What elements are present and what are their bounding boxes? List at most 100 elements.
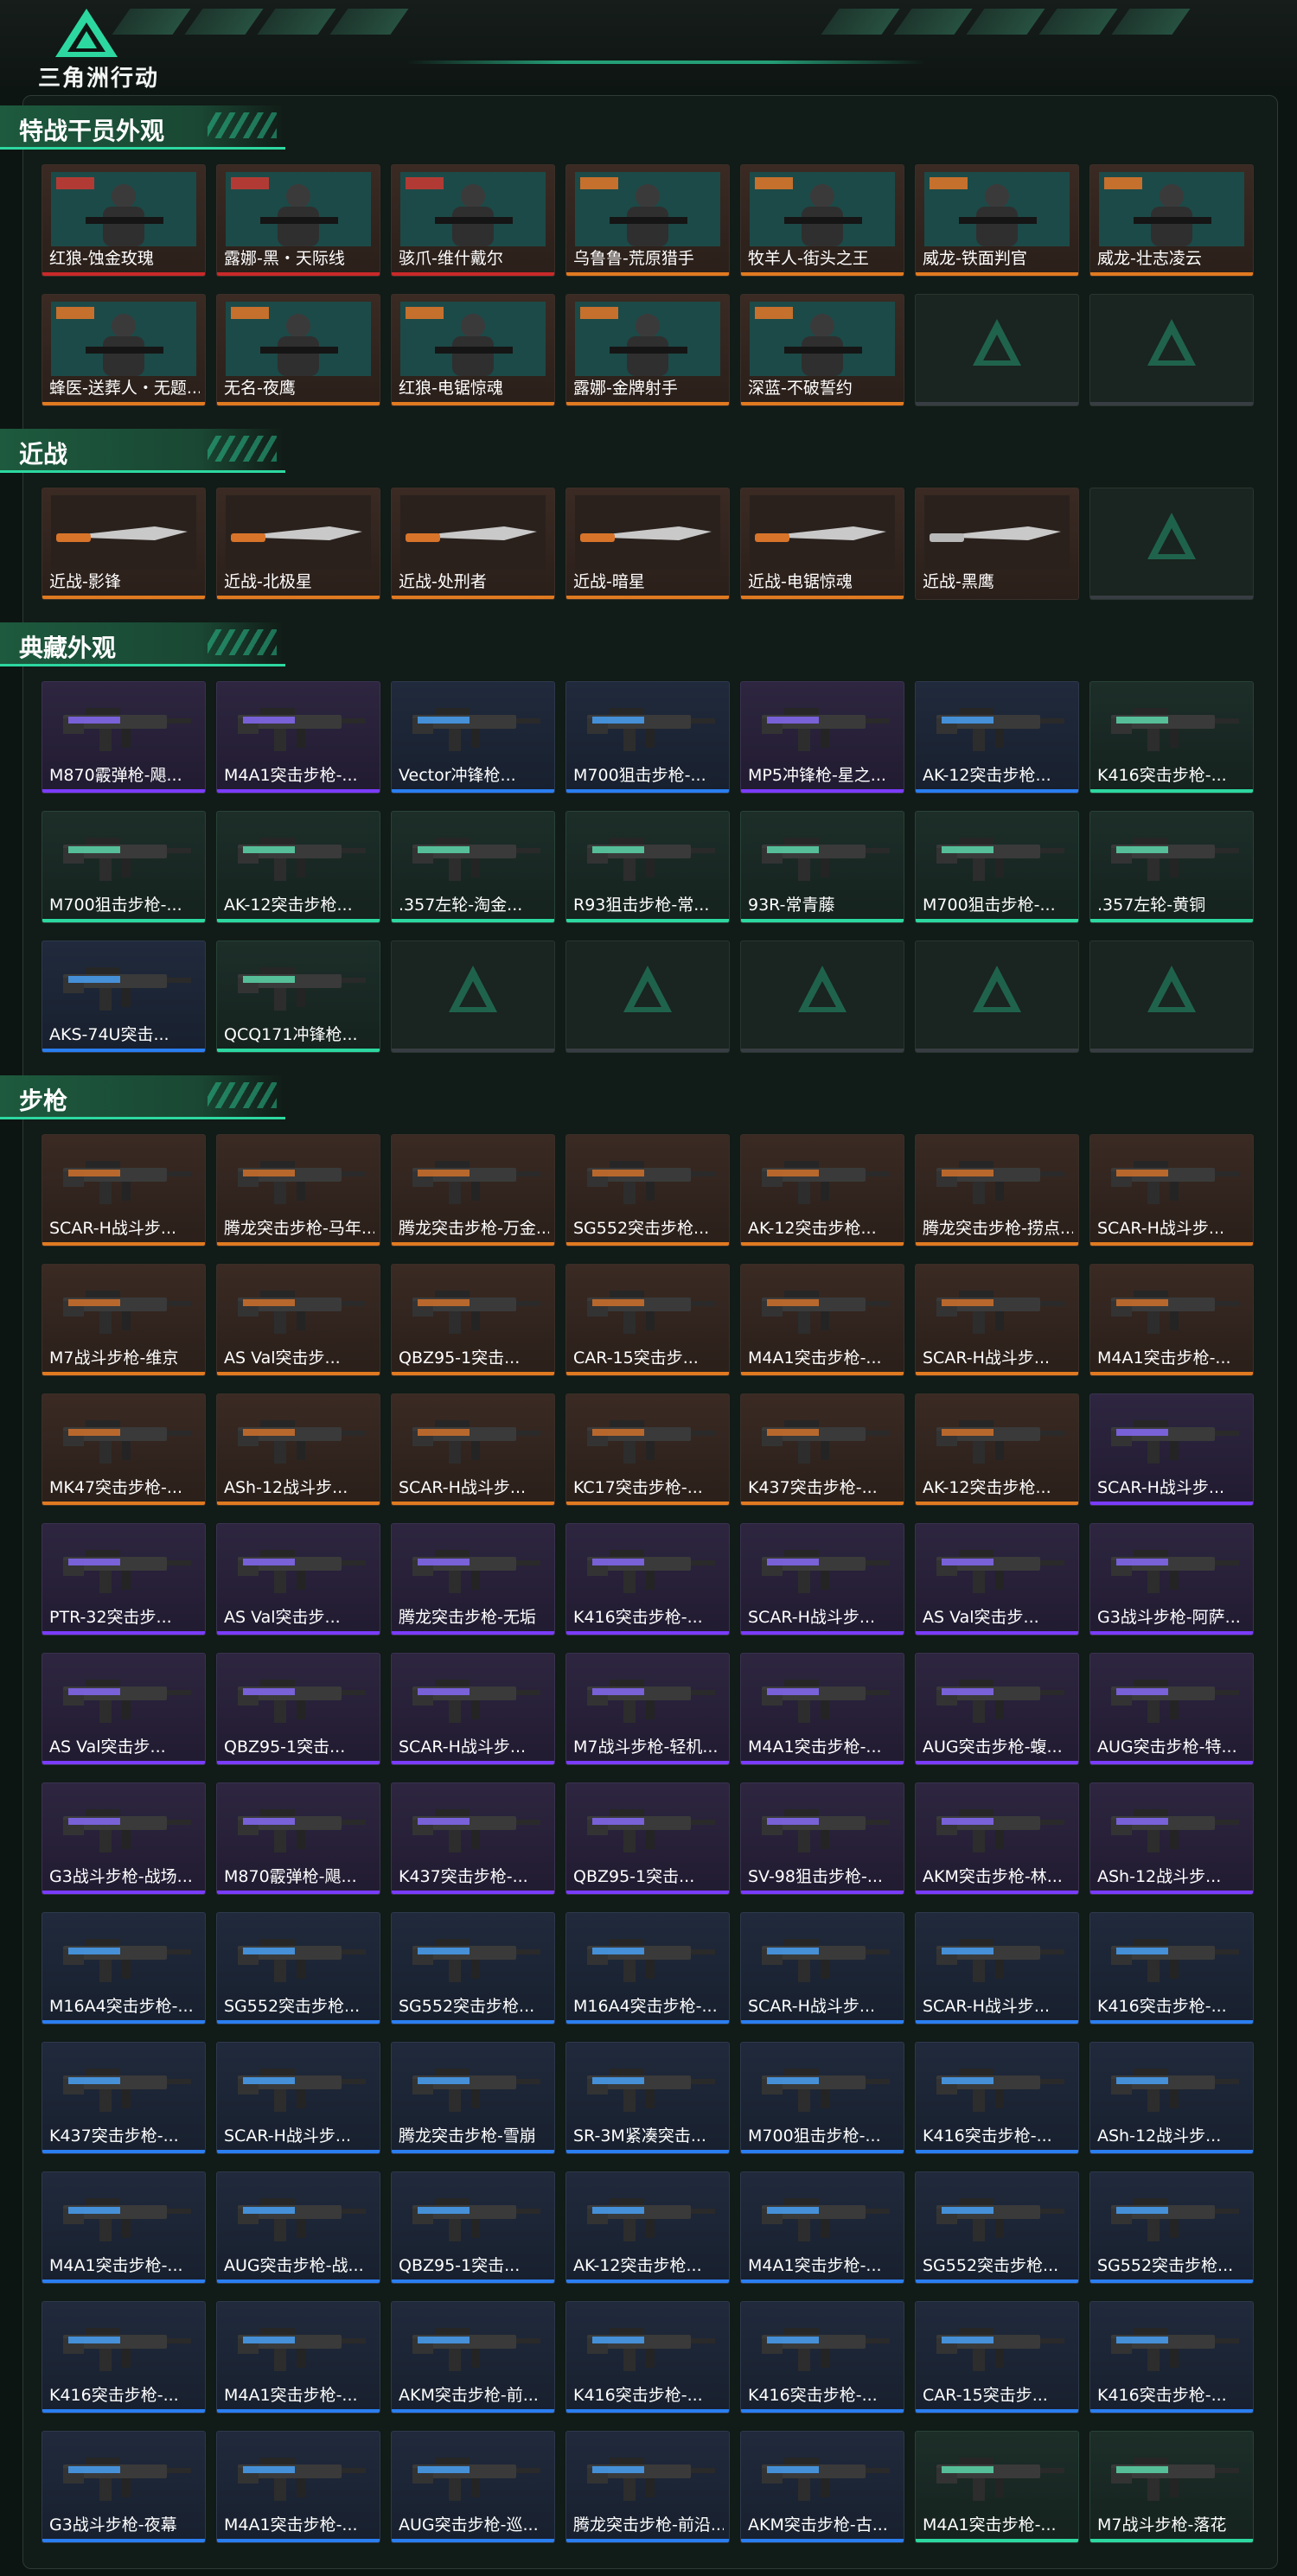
item-tile[interactable]: M870霰弹枪-飓... xyxy=(42,681,206,794)
item-tile[interactable]: M4A1突击步枪-... xyxy=(216,681,380,794)
item-tile[interactable]: AS Val突击步... xyxy=(216,1523,380,1636)
item-tile[interactable]: M7战斗步枪-维京 xyxy=(42,1264,206,1376)
item-tile[interactable]: 露娜-黑・天际线 xyxy=(216,164,380,277)
item-tile[interactable]: SCAR-H战斗步... xyxy=(391,1393,555,1506)
item-tile[interactable]: QBZ95-1突击... xyxy=(391,2171,555,2284)
item-tile[interactable]: M7战斗步枪-落花 xyxy=(1089,2431,1254,2543)
item-tile[interactable]: M4A1突击步枪-... xyxy=(216,2301,380,2413)
item-tile[interactable]: 近战-暗星 xyxy=(565,488,730,600)
item-tile[interactable]: G3战斗步枪-阿萨... xyxy=(1089,1523,1254,1636)
item-tile[interactable]: SCAR-H战斗步... xyxy=(1089,1393,1254,1506)
item-tile[interactable]: SCAR-H战斗步... xyxy=(915,1264,1079,1376)
item-tile[interactable]: K437突击步枪-... xyxy=(740,1393,904,1506)
item-tile[interactable]: 无名-夜鹰 xyxy=(216,294,380,406)
item-tile[interactable]: MK47突击步枪-... xyxy=(42,1393,206,1506)
item-tile[interactable]: ASh-12战斗步... xyxy=(216,1393,380,1506)
item-tile[interactable]: 威龙-铁面判官 xyxy=(915,164,1079,277)
item-tile[interactable]: 近战-电锯惊魂 xyxy=(740,488,904,600)
item-tile[interactable]: K416突击步枪-... xyxy=(1089,1912,1254,2024)
item-tile[interactable]: AUG突击步枪-蝮... xyxy=(915,1653,1079,1765)
item-tile[interactable]: K416突击步枪-... xyxy=(565,1523,730,1636)
item-tile[interactable]: AUG突击步枪-特... xyxy=(1089,1653,1254,1765)
item-tile[interactable]: SCAR-H战斗步... xyxy=(740,1912,904,2024)
item-tile[interactable]: K416突击步枪-... xyxy=(1089,2301,1254,2413)
item-tile[interactable]: 腾龙突击步枪-前沿... xyxy=(565,2431,730,2543)
item-tile[interactable]: 深蓝-不破誓约 xyxy=(740,294,904,406)
item-tile[interactable]: M700狙击步枪-... xyxy=(565,681,730,794)
item-tile[interactable]: 乌鲁鲁-荒原猎手 xyxy=(565,164,730,277)
item-tile[interactable]: K416突击步枪-... xyxy=(915,2042,1079,2154)
item-tile[interactable]: QBZ95-1突击... xyxy=(391,1264,555,1376)
item-tile[interactable]: K437突击步枪-... xyxy=(391,1782,555,1895)
item-tile[interactable]: K437突击步枪-... xyxy=(42,2042,206,2154)
item-tile[interactable]: 腾龙突击步枪-雪崩 xyxy=(391,2042,555,2154)
item-tile[interactable]: CAR-15突击步... xyxy=(565,1264,730,1376)
item-tile[interactable]: MP5冲锋枪-星之... xyxy=(740,681,904,794)
item-tile[interactable]: AS Val突击步... xyxy=(216,1264,380,1376)
item-tile[interactable]: 威龙-壮志凌云 xyxy=(1089,164,1254,277)
item-tile[interactable]: 腾龙突击步枪-万金... xyxy=(391,1134,555,1247)
item-tile[interactable]: PTR-32突击步... xyxy=(42,1523,206,1636)
item-tile[interactable]: QBZ95-1突击... xyxy=(565,1782,730,1895)
item-tile[interactable]: 近战-影锋 xyxy=(42,488,206,600)
item-tile[interactable]: AKM突击步枪-林... xyxy=(915,1782,1079,1895)
item-tile[interactable]: M4A1突击步枪-... xyxy=(740,2171,904,2284)
item-tile[interactable]: 近战-黑鹰 xyxy=(915,488,1079,600)
item-tile[interactable]: AKM突击步枪-古... xyxy=(740,2431,904,2543)
item-tile[interactable]: SCAR-H战斗步... xyxy=(391,1653,555,1765)
item-tile[interactable]: SR-3M紧凑突击... xyxy=(565,2042,730,2154)
item-tile[interactable]: M870霰弹枪-飓... xyxy=(216,1782,380,1895)
item-tile[interactable]: AUG突击步枪-战... xyxy=(216,2171,380,2284)
item-tile[interactable]: AKM突击步枪-前... xyxy=(391,2301,555,2413)
item-tile[interactable]: AS Val突击步... xyxy=(915,1523,1079,1636)
item-tile[interactable]: KC17突击步枪-... xyxy=(565,1393,730,1506)
item-tile[interactable]: 腾龙突击步枪-无垢 xyxy=(391,1523,555,1636)
item-tile[interactable]: 近战-处刑者 xyxy=(391,488,555,600)
item-tile[interactable]: SG552突击步枪... xyxy=(915,2171,1079,2284)
item-tile[interactable]: AK-12突击步枪... xyxy=(216,811,380,923)
item-tile[interactable]: 骇爪-维什戴尔 xyxy=(391,164,555,277)
item-tile[interactable]: R93狙击步枪-常... xyxy=(565,811,730,923)
item-tile[interactable]: AS Val突击步... xyxy=(42,1653,206,1765)
item-tile[interactable]: 93R-常青藤 xyxy=(740,811,904,923)
item-tile[interactable]: M4A1突击步枪-... xyxy=(216,2431,380,2543)
item-tile[interactable]: ASh-12战斗步... xyxy=(1089,1782,1254,1895)
item-tile[interactable]: SCAR-H战斗步... xyxy=(915,1912,1079,2024)
item-tile[interactable]: SG552突击步枪... xyxy=(216,1912,380,2024)
item-tile[interactable]: AK-12突击步枪... xyxy=(565,2171,730,2284)
item-tile[interactable]: Vector冲锋枪... xyxy=(391,681,555,794)
item-tile[interactable]: 腾龙突击步枪-马年... xyxy=(216,1134,380,1247)
item-tile[interactable]: SG552突击步枪... xyxy=(391,1912,555,2024)
item-tile[interactable]: 红狼-蚀金玫瑰 xyxy=(42,164,206,277)
item-tile[interactable]: M7战斗步枪-轻机... xyxy=(565,1653,730,1765)
item-tile[interactable]: M700狙击步枪-... xyxy=(42,811,206,923)
item-tile[interactable]: AK-12突击步枪... xyxy=(915,681,1079,794)
item-tile[interactable]: QBZ95-1突击... xyxy=(216,1653,380,1765)
item-tile[interactable]: 露娜-金牌射手 xyxy=(565,294,730,406)
item-tile[interactable]: K416突击步枪-... xyxy=(565,2301,730,2413)
item-tile[interactable]: AK-12突击步枪... xyxy=(740,1134,904,1247)
item-tile[interactable]: K416突击步枪-... xyxy=(1089,681,1254,794)
item-tile[interactable]: M4A1突击步枪-... xyxy=(740,1653,904,1765)
item-tile[interactable]: 牧羊人-街头之王 xyxy=(740,164,904,277)
item-tile[interactable]: M4A1突击步枪-... xyxy=(915,2431,1079,2543)
item-tile[interactable]: SCAR-H战斗步... xyxy=(216,2042,380,2154)
item-tile[interactable]: SCAR-H战斗步... xyxy=(42,1134,206,1247)
item-tile[interactable]: SCAR-H战斗步... xyxy=(1089,1134,1254,1247)
item-tile[interactable]: M700狙击步枪-... xyxy=(915,811,1079,923)
item-tile[interactable]: 腾龙突击步枪-捞点... xyxy=(915,1134,1079,1247)
item-tile[interactable]: M16A4突击步枪-... xyxy=(565,1912,730,2024)
item-tile[interactable]: 红狼-电锯惊魂 xyxy=(391,294,555,406)
item-tile[interactable]: QCQ171冲锋枪... xyxy=(216,940,380,1053)
item-tile[interactable]: ASh-12战斗步... xyxy=(1089,2042,1254,2154)
item-tile[interactable]: CAR-15突击步... xyxy=(915,2301,1079,2413)
item-tile[interactable]: SG552突击步枪... xyxy=(1089,2171,1254,2284)
item-tile[interactable]: 近战-北极星 xyxy=(216,488,380,600)
item-tile[interactable]: AK-12突击步枪... xyxy=(915,1393,1079,1506)
item-tile[interactable]: K416突击步枪-... xyxy=(42,2301,206,2413)
item-tile[interactable]: K416突击步枪-... xyxy=(740,2301,904,2413)
item-tile[interactable]: SV-98狙击步枪-... xyxy=(740,1782,904,1895)
item-tile[interactable]: M4A1突击步枪-... xyxy=(42,2171,206,2284)
item-tile[interactable]: G3战斗步枪-夜幕 xyxy=(42,2431,206,2543)
item-tile[interactable]: M16A4突击步枪-... xyxy=(42,1912,206,2024)
